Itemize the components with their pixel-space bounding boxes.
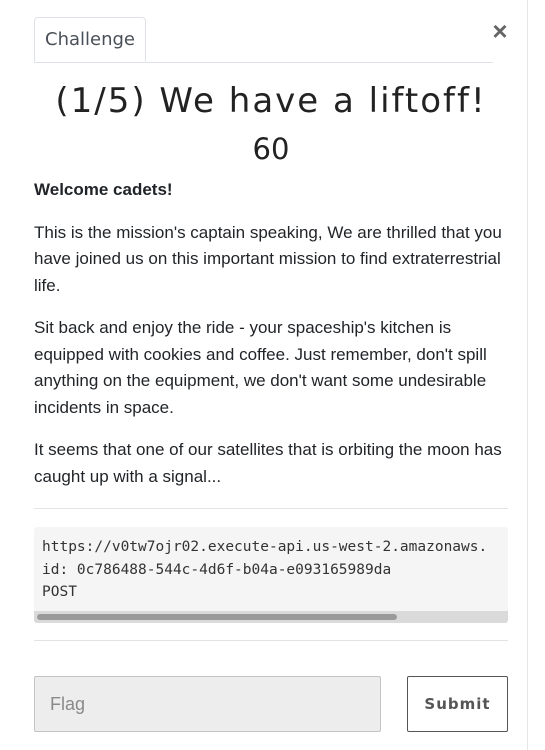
- tab-challenge[interactable]: Challenge: [34, 17, 146, 62]
- divider: [34, 508, 508, 509]
- challenge-modal: Challenge × (1/5) We have a liftoff! 60 …: [0, 0, 545, 750]
- code-block: https://v0tw7ojr02.execute-api.us-west-2…: [34, 527, 508, 623]
- description-paragraph: Sit back and enjoy the ride - your space…: [34, 318, 487, 417]
- challenge-description: Welcome cadets! This is the mission's ca…: [34, 177, 509, 506]
- code-line-method: POST: [42, 584, 77, 600]
- modal-tabs: Challenge: [34, 17, 493, 63]
- flag-input[interactable]: [34, 676, 381, 732]
- code-scrollbar-thumb[interactable]: [37, 614, 397, 620]
- code-line-url: https://v0tw7ojr02.execute-api.us-west-2…: [42, 539, 488, 555]
- divider: [34, 640, 508, 641]
- modal-edge: [527, 0, 528, 750]
- code-line-id: id: 0c786488-544c-4d6f-b04a-e093165989da: [42, 561, 392, 578]
- code-scrollbar[interactable]: [34, 611, 508, 623]
- description-paragraph: It seems that one of our satellites that…: [34, 440, 502, 486]
- close-icon[interactable]: ×: [490, 18, 510, 44]
- challenge-title: (1/5) We have a liftoff!: [55, 81, 487, 121]
- description-paragraph: This is the mission's captain speaking, …: [34, 222, 502, 295]
- code-text: https://v0tw7ojr02.execute-api.us-west-2…: [34, 527, 508, 604]
- challenge-points: 60: [252, 132, 290, 166]
- description-greeting: Welcome cadets!: [34, 180, 173, 199]
- submit-button[interactable]: Submit: [407, 676, 508, 732]
